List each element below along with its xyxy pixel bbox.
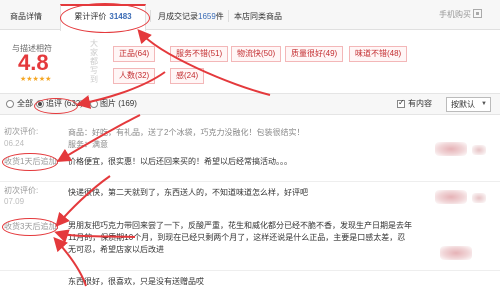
- filter-all-label[interactable]: 全部: [17, 99, 33, 109]
- review-service-line: 服务：满意: [68, 140, 108, 149]
- review-text: 东西很好，很喜欢，只是没有送赠品哎: [68, 277, 204, 286]
- filter-all-radio[interactable]: [6, 100, 14, 108]
- tag-fast-logistics[interactable]: 物流快(50): [231, 46, 282, 62]
- annotation-circle: [34, 98, 78, 114]
- avatar: [435, 190, 467, 204]
- review-product-line: 商品：好吃，有礼品，送了2个冰袋，巧克力没融化！包装很结实！: [68, 128, 305, 137]
- review-text: 快递很快，第二天就到了，东西送人的，不知道味道怎么样，好评吧: [68, 188, 308, 197]
- avatar-badge: [472, 193, 486, 203]
- tab-monthly-sales[interactable]: 月成交记录1659件: [158, 6, 224, 30]
- review-date: 07.09: [4, 197, 25, 206]
- arrow-to-followup-2: [55, 175, 111, 228]
- review-initial-label: 初次评价:: [4, 186, 39, 195]
- tag-authentic[interactable]: 正品(64): [113, 46, 156, 62]
- has-content-label[interactable]: 有内容: [408, 99, 432, 109]
- rating-score: 4.8: [18, 50, 49, 75]
- qr-code-icon: [473, 9, 482, 18]
- tag-good-quality[interactable]: 质量很好(49): [285, 46, 344, 62]
- tab-similar-products[interactable]: 本店同类商品: [234, 6, 282, 30]
- review-divider: [0, 270, 500, 271]
- filter-images-label[interactable]: 图片 (169): [100, 99, 137, 109]
- review-date: 06.24: [4, 139, 25, 148]
- review-followup-text: 男朋友把巧克力带回来尝了一下，反酸严重，花生和威化都分已经不脆不香，发现生产日期…: [68, 221, 412, 254]
- annotation-circle: [60, 3, 150, 33]
- tab-divider: [228, 10, 229, 22]
- tag-feel[interactable]: 感(24): [170, 68, 205, 84]
- mobile-buy-label: 手机购买: [439, 10, 471, 19]
- tag-good-taste[interactable]: 味道不错(48): [349, 46, 408, 62]
- chevron-down-icon: ▼: [481, 101, 487, 107]
- rating-stars: ★★★★★: [20, 76, 52, 83]
- mobile-buy-link[interactable]: 手机购买: [439, 8, 482, 22]
- review-initial-label: 初次评价:: [4, 127, 39, 136]
- avatar: [435, 142, 467, 156]
- annotation-circle: [2, 153, 58, 171]
- tab-monthly-sales-label: 月成交记录: [158, 12, 198, 21]
- sort-select[interactable]: 按默认 ▼: [446, 97, 491, 112]
- tab-product-details[interactable]: 商品详情: [10, 6, 42, 30]
- tab-divider: [150, 10, 151, 22]
- avatar: [440, 246, 472, 260]
- avatar-badge: [472, 145, 486, 155]
- filter-images-radio[interactable]: [90, 100, 98, 108]
- monthly-sales-count: 1659: [198, 12, 216, 21]
- tag-good-service[interactable]: 服务不错(51): [170, 46, 229, 62]
- tags-caption: 大家都写到: [90, 39, 98, 84]
- review-followup-text: 价格便宜，很实惠！以后还回来买的！希望以后经常搞活动。。。: [68, 157, 292, 166]
- rating-summary: 与描述相符 4.8 ★★★★★ 大家都写到 正品(64) 服务不错(51) 物流…: [0, 31, 500, 90]
- has-content-checkbox[interactable]: [397, 98, 405, 108]
- annotation-circle: [2, 218, 58, 236]
- review-divider: [0, 181, 500, 182]
- monthly-sales-unit: 件: [215, 12, 224, 21]
- sort-select-value: 按默认: [451, 100, 475, 109]
- tag-people[interactable]: 人数(32): [113, 68, 156, 84]
